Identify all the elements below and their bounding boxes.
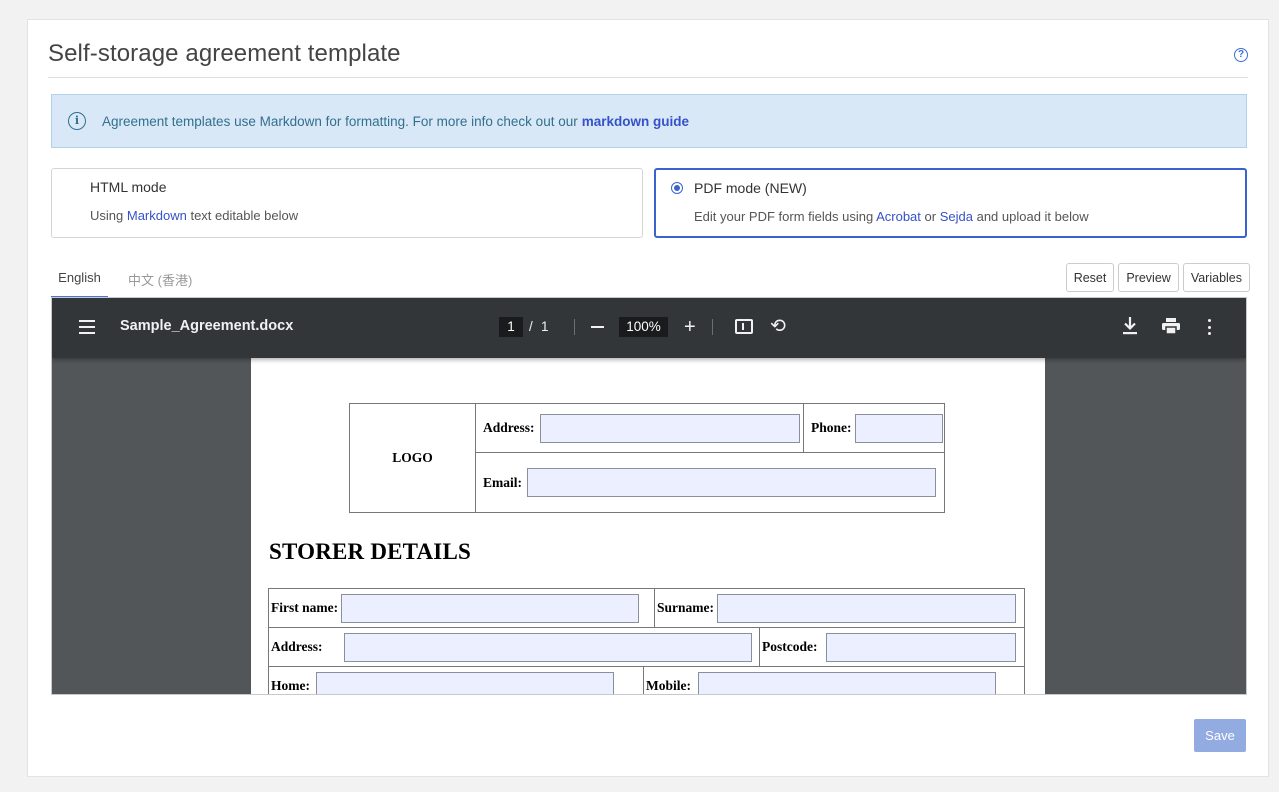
info-text: Agreement templates use Markdown for for… — [102, 113, 578, 129]
home-label: Home: — [271, 678, 310, 693]
html-mode-title: HTML mode — [90, 179, 167, 195]
toolbar-divider — [712, 319, 713, 335]
agreement-template-card: Self-storage agreement template ? i Agre… — [27, 19, 1269, 777]
html-mode-description: Using Markdown text editable below — [90, 208, 298, 223]
logo-cell: LOGO — [349, 403, 476, 513]
phone-cell: Phone: — [803, 403, 945, 453]
markdown-guide-link[interactable]: markdown guide — [582, 114, 689, 129]
pdf-viewer[interactable]: Sample_Agreement.docx 1 / 1 100% + ⟲ LOG… — [51, 297, 1247, 695]
page-total: 1 — [541, 319, 549, 334]
pdf-page: LOGO Address: Phone: Email: STORER DETAI… — [251, 358, 1045, 694]
pdf-mode-option[interactable]: PDF mode (NEW) Edit your PDF form fields… — [654, 168, 1247, 238]
mobile-field[interactable] — [698, 671, 996, 694]
postcode-label: Postcode: — [762, 639, 818, 654]
phone-row: Home: Mobile: — [268, 666, 1025, 694]
email-label: Email: — [483, 474, 522, 490]
section-title: STORER DETAILS — [269, 539, 471, 564]
surname-cell: Surname: — [654, 588, 1025, 628]
info-banner: i Agreement templates use Markdown for f… — [51, 94, 1247, 148]
preview-button[interactable]: Preview — [1118, 263, 1179, 292]
page-title: Self-storage agreement template — [48, 40, 401, 67]
page-number-input[interactable]: 1 — [499, 317, 523, 337]
email-field[interactable] — [527, 468, 937, 497]
template-toolbar: Reset Preview Variables — [1065, 263, 1250, 292]
header-table: LOGO Address: Phone: Email: — [349, 403, 945, 513]
print-icon[interactable] — [1162, 318, 1180, 334]
info-circle-icon: i — [68, 112, 86, 130]
toolbar-divider — [574, 319, 575, 335]
surname-label: Surname: — [657, 600, 714, 615]
tab-chinese-hk[interactable]: 中文 (香港) — [128, 262, 198, 298]
markdown-link[interactable]: Markdown — [127, 208, 187, 223]
pdf-mode-desc-mid: or — [924, 209, 937, 224]
sejda-link[interactable]: Sejda — [940, 209, 973, 224]
title-divider — [48, 77, 1248, 78]
logo-text: LOGO — [392, 450, 433, 465]
storer-address-field[interactable] — [344, 632, 752, 662]
address-field[interactable] — [539, 413, 800, 443]
storer-details-table: First name: Surname: Address: Postcode: … — [268, 588, 1025, 694]
zoom-in-icon[interactable]: + — [684, 317, 696, 337]
address-label: Address: — [483, 420, 535, 435]
question-circle-icon[interactable]: ? — [1234, 48, 1248, 62]
reset-button[interactable]: Reset — [1065, 263, 1115, 292]
first-name-label: First name: — [271, 600, 339, 615]
pdf-mode-desc-suffix: and upload it below — [976, 209, 1089, 224]
variables-button[interactable]: Variables — [1182, 263, 1250, 292]
menu-icon[interactable] — [79, 320, 95, 334]
postcode-field[interactable] — [826, 632, 1016, 662]
zoom-out-icon[interactable] — [591, 326, 604, 328]
acrobat-link[interactable]: Acrobat — [876, 209, 921, 224]
file-name: Sample_Agreement.docx — [120, 318, 294, 334]
first-name-cell: First name: — [268, 588, 655, 628]
save-button[interactable]: Save — [1194, 719, 1246, 752]
html-mode-desc-suffix: text editable below — [190, 208, 299, 223]
address-row: Address: Postcode: — [268, 627, 1025, 667]
pdf-mode-title: PDF mode (NEW) — [694, 180, 807, 196]
email-cell: Email: — [475, 452, 945, 513]
mobile-label: Mobile: — [646, 678, 691, 693]
more-vert-icon[interactable] — [1208, 319, 1212, 335]
cell-divider — [752, 628, 760, 666]
html-mode-desc-prefix: Using — [90, 208, 124, 223]
tab-english[interactable]: English — [51, 262, 108, 298]
html-mode-option[interactable]: HTML mode Using Markdown text editable b… — [51, 168, 643, 238]
first-name-field[interactable] — [341, 593, 640, 623]
pdf-viewer-toolbar: Sample_Agreement.docx 1 / 1 100% + ⟲ — [52, 298, 1246, 358]
page-separator: / — [529, 319, 533, 334]
zoom-level-input[interactable]: 100% — [619, 317, 668, 337]
pdf-mode-radio[interactable] — [671, 182, 683, 194]
home-field[interactable] — [316, 671, 614, 694]
phone-label: Phone: — [811, 420, 852, 435]
pdf-mode-desc-prefix: Edit your PDF form fields using — [694, 209, 874, 224]
cell-divider — [614, 667, 644, 694]
pdf-mode-description: Edit your PDF form fields using Acrobat … — [694, 209, 1089, 224]
phone-field[interactable] — [854, 413, 943, 443]
storer-address-label: Address: — [271, 639, 323, 654]
fit-page-icon[interactable] — [735, 319, 753, 334]
rotate-icon[interactable]: ⟲ — [770, 315, 786, 338]
surname-field[interactable] — [717, 593, 1017, 623]
address-cell: Address: — [475, 403, 804, 453]
download-icon[interactable] — [1122, 316, 1138, 336]
